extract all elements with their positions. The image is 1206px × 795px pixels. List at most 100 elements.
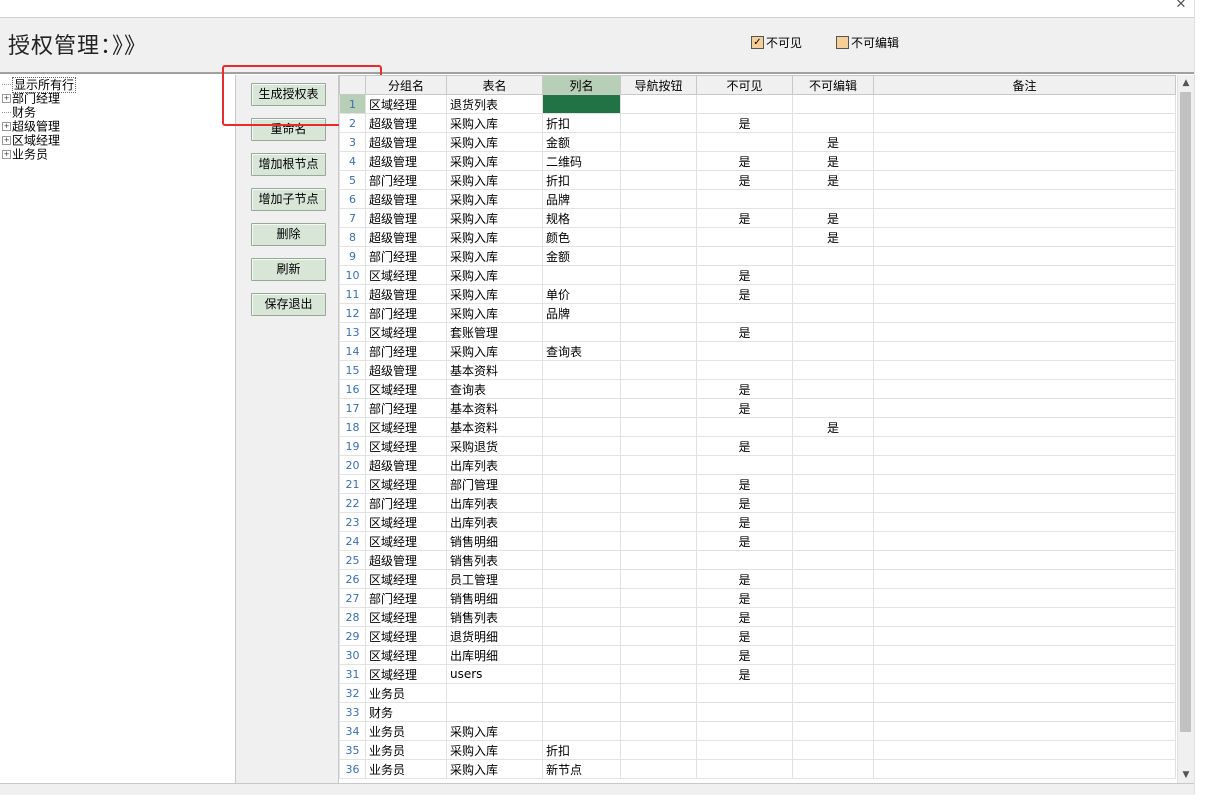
group-cell[interactable]: 区域经理 — [365, 436, 447, 456]
group-cell[interactable]: 区域经理 — [365, 265, 447, 285]
noedit-cell[interactable] — [792, 740, 874, 760]
row-number[interactable]: 22 — [339, 493, 366, 513]
group-cell[interactable]: 区域经理 — [365, 569, 447, 589]
column-header[interactable]: 表名 — [446, 75, 543, 95]
column-cell[interactable] — [542, 588, 621, 608]
note-cell[interactable] — [873, 683, 1176, 703]
nav-cell[interactable] — [620, 474, 697, 494]
table-cell[interactable]: 部门管理 — [446, 474, 543, 494]
noedit-cell[interactable] — [792, 550, 874, 570]
row-number[interactable]: 26 — [339, 569, 366, 589]
column-cell[interactable] — [542, 702, 621, 722]
rename-button[interactable]: 重命名 — [251, 118, 326, 141]
note-cell[interactable] — [873, 151, 1176, 171]
noedit-cell[interactable] — [792, 379, 874, 399]
invisible-cell[interactable]: 是 — [696, 607, 793, 627]
row-number[interactable]: 24 — [339, 531, 366, 551]
table-row[interactable]: 10 区域经理 采购入库 是 — [339, 265, 1176, 285]
nav-cell[interactable] — [620, 436, 697, 456]
scroll-up-icon[interactable]: ▲ — [1178, 75, 1194, 91]
table-cell[interactable]: 基本资料 — [446, 398, 543, 418]
table-cell[interactable]: 采购入库 — [446, 208, 543, 228]
table-cell[interactable]: 采购入库 — [446, 721, 543, 741]
table-cell[interactable]: 退货明细 — [446, 626, 543, 646]
note-cell[interactable] — [873, 474, 1176, 494]
noedit-cell[interactable] — [792, 474, 874, 494]
refresh-button[interactable]: 刷新 — [251, 258, 326, 281]
table-row[interactable]: 11 超级管理 采购入库 单价 是 — [339, 284, 1176, 304]
row-number[interactable]: 36 — [339, 759, 366, 779]
note-cell[interactable] — [873, 398, 1176, 418]
noedit-cell[interactable] — [792, 189, 874, 209]
row-number[interactable]: 7 — [339, 208, 366, 228]
group-cell[interactable]: 超级管理 — [365, 189, 447, 209]
noedit-cell[interactable]: 是 — [792, 227, 874, 247]
add-root-node-button[interactable]: 增加根节点 — [251, 153, 326, 176]
table-cell[interactable]: 出库明细 — [446, 645, 543, 665]
close-icon[interactable]: ✕ — [1174, 0, 1188, 13]
group-cell[interactable]: 部门经理 — [365, 246, 447, 266]
vertical-scrollbar[interactable]: ▲ ▼ — [1177, 75, 1194, 783]
column-cell[interactable]: 折扣 — [542, 170, 621, 190]
noedit-cell[interactable] — [792, 436, 874, 456]
table-row[interactable]: 26 区域经理 员工管理 是 — [339, 569, 1176, 589]
nav-cell[interactable] — [620, 683, 697, 703]
noedit-cell[interactable] — [792, 94, 874, 114]
nav-cell[interactable] — [620, 398, 697, 418]
table-cell[interactable]: 套账管理 — [446, 322, 543, 342]
nav-cell[interactable] — [620, 645, 697, 665]
invisible-cell[interactable] — [696, 702, 793, 722]
nav-cell[interactable] — [620, 379, 697, 399]
expand-icon[interactable]: + — [2, 122, 11, 131]
column-cell[interactable]: 单价 — [542, 284, 621, 304]
noedit-cell[interactable]: 是 — [792, 417, 874, 437]
table-row[interactable]: 16 区域经理 查询表 是 — [339, 379, 1176, 399]
column-cell[interactable] — [542, 645, 621, 665]
noedit-cell[interactable] — [792, 645, 874, 665]
invisible-cell[interactable]: 是 — [696, 531, 793, 551]
add-child-node-button[interactable]: 增加子节点 — [251, 188, 326, 211]
table-row[interactable]: 21 区域经理 部门管理 是 — [339, 474, 1176, 494]
column-cell[interactable]: 规格 — [542, 208, 621, 228]
table-cell[interactable]: 采购入库 — [446, 265, 543, 285]
table-cell[interactable]: 采购入库 — [446, 759, 543, 779]
table-cell[interactable]: 采购入库 — [446, 170, 543, 190]
row-number[interactable]: 23 — [339, 512, 366, 532]
row-number[interactable]: 13 — [339, 322, 366, 342]
invisible-cell[interactable] — [696, 132, 793, 152]
invisible-cell[interactable]: 是 — [696, 208, 793, 228]
table-cell[interactable]: 销售列表 — [446, 607, 543, 627]
group-cell[interactable]: 部门经理 — [365, 170, 447, 190]
generate-auth-table-button[interactable]: 生成授权表 — [251, 83, 326, 106]
invisible-cell[interactable]: 是 — [696, 664, 793, 684]
table-cell[interactable]: 采购退货 — [446, 436, 543, 456]
row-number[interactable]: 30 — [339, 645, 366, 665]
noedit-cell[interactable] — [792, 569, 874, 589]
table-row[interactable]: 34 业务员 采购入库 — [339, 721, 1176, 741]
table-row[interactable]: 35 业务员 采购入库 折扣 — [339, 740, 1176, 760]
nav-cell[interactable] — [620, 151, 697, 171]
invisible-cell[interactable]: 是 — [696, 151, 793, 171]
save-exit-button[interactable]: 保存退出 — [251, 293, 326, 316]
table-cell[interactable]: 基本资料 — [446, 360, 543, 380]
group-cell[interactable]: 超级管理 — [365, 455, 447, 475]
group-cell[interactable]: 区域经理 — [365, 94, 447, 114]
row-number[interactable]: 15 — [339, 360, 366, 380]
group-cell[interactable]: 部门经理 — [365, 588, 447, 608]
column-cell[interactable]: 折扣 — [542, 740, 621, 760]
table-row[interactable]: 23 区域经理 出库列表 是 — [339, 512, 1176, 532]
table-row[interactable]: 27 部门经理 销售明细 是 — [339, 588, 1176, 608]
table-row[interactable]: 4 超级管理 采购入库 二维码 是是 — [339, 151, 1176, 171]
nav-cell[interactable] — [620, 189, 697, 209]
group-cell[interactable]: 财务 — [365, 702, 447, 722]
table-cell[interactable]: 退货列表 — [446, 94, 543, 114]
table-row[interactable]: 25 超级管理 销售列表 — [339, 550, 1176, 570]
table-row[interactable]: 29 区域经理 退货明细 是 — [339, 626, 1176, 646]
note-cell[interactable] — [873, 189, 1176, 209]
note-cell[interactable] — [873, 436, 1176, 456]
table-cell[interactable]: 销售列表 — [446, 550, 543, 570]
column-cell[interactable] — [542, 531, 621, 551]
table-row[interactable]: 30 区域经理 出库明细 是 — [339, 645, 1176, 665]
noedit-checkbox[interactable]: 不可编辑 — [836, 35, 899, 50]
column-cell[interactable] — [542, 398, 621, 418]
